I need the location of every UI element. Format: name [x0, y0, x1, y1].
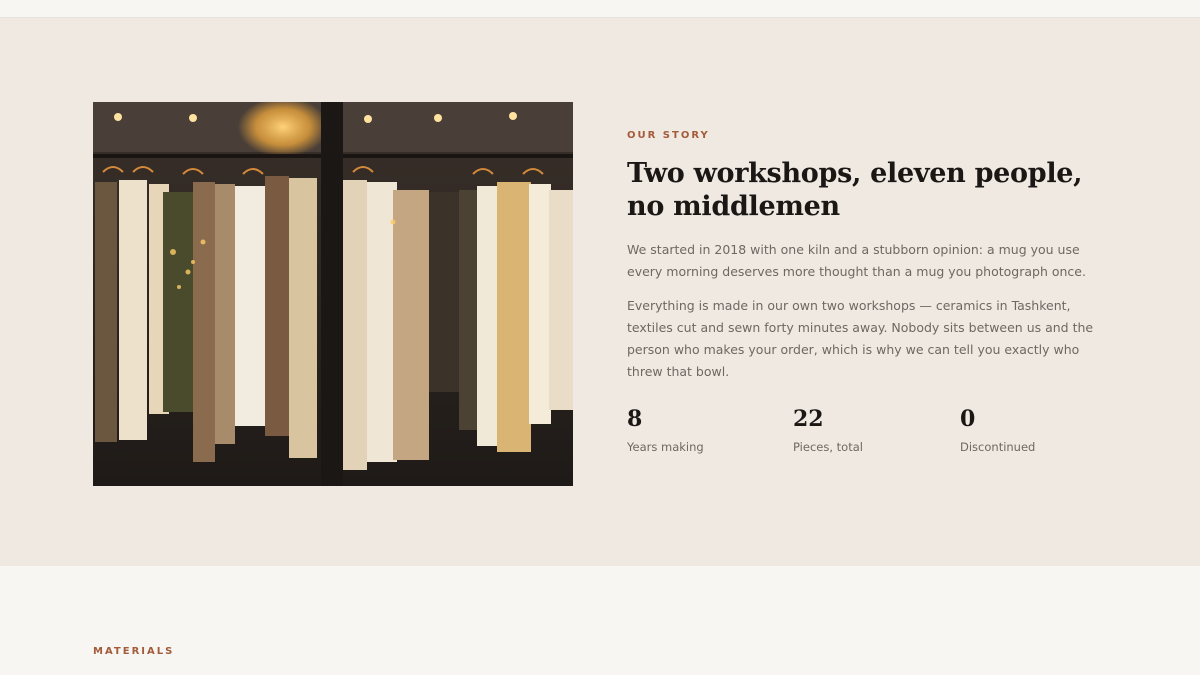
- stat-discontinued: 0 Discontinued: [960, 406, 1120, 454]
- stat-years: 8 Years making: [627, 406, 787, 454]
- stat-value: 8: [627, 406, 643, 432]
- story-paragraph: We started in 2018 with one kiln and a s…: [627, 242, 1086, 279]
- materials-section: MATERIALS: [0, 566, 1200, 675]
- stat-label: Discontinued: [960, 440, 1036, 454]
- stat-value: 0: [960, 406, 976, 432]
- stat-label: Pieces, total: [793, 440, 863, 454]
- section-eyebrow: OUR STORY: [627, 130, 710, 141]
- section-eyebrow: MATERIALS: [93, 646, 175, 657]
- section-heading: Two workshops, eleven people, no middlem…: [627, 158, 1083, 222]
- story-content: OUR STORY Two workshops, eleven people, …: [627, 130, 1097, 383]
- stats-row: 8 Years making 22 Pieces, total 0 Discon…: [627, 406, 1127, 466]
- our-story-section: OUR STORY Two workshops, eleven people, …: [0, 18, 1200, 566]
- clothing-rack-photo: [93, 102, 573, 486]
- stat-value: 22: [793, 406, 824, 432]
- story-paragraph: Everything is made in our own two worksh…: [627, 298, 1094, 379]
- stat-pieces: 22 Pieces, total: [793, 406, 953, 454]
- header-strip: [0, 0, 1200, 18]
- stat-label: Years making: [627, 440, 704, 454]
